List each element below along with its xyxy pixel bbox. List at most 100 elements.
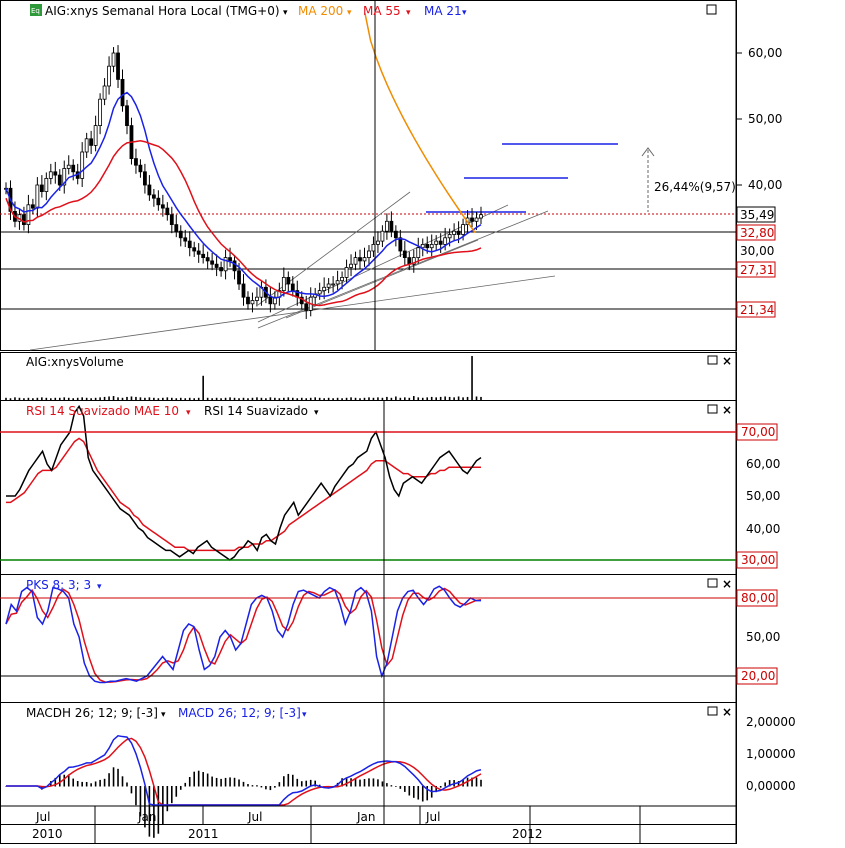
candle-body [434, 240, 439, 245]
candle-body [156, 197, 161, 206]
macdh-dropdown-icon[interactable]: ▾ [161, 710, 166, 720]
candle-body [22, 214, 26, 225]
price-tick: 50,00 [748, 112, 782, 126]
rsi-tick: 50,00 [746, 489, 780, 503]
macdh-bar [184, 782, 187, 787]
candle-body [66, 164, 71, 169]
candle-body [39, 184, 44, 192]
candle-body [89, 138, 94, 146]
volume-bar [45, 397, 48, 400]
pks-dropdown-icon[interactable]: ▾ [97, 582, 102, 592]
ma200-legend[interactable]: MA 200 [298, 4, 343, 18]
volume-bar [417, 397, 420, 400]
macdh-bar [108, 773, 110, 787]
candle-body [335, 280, 340, 285]
candle-body [53, 171, 58, 176]
maximize-icon[interactable] [707, 578, 718, 588]
rsi-avg-dropdown-icon[interactable]: ▾ [186, 408, 191, 418]
candle-body [147, 184, 152, 196]
candle-body [393, 230, 398, 239]
macdh-bar [404, 786, 406, 792]
volume-bar [23, 398, 25, 400]
volume-bar [291, 397, 294, 400]
candle-body [389, 220, 394, 232]
volume-bar [430, 396, 433, 400]
pks-title[interactable]: PKS 8; 3; 3 [26, 578, 91, 592]
chart-window: 26,44%(9,57) Jul Jan Jul Jan Jul 2010 20… [0, 0, 845, 844]
volume-bar [300, 397, 303, 400]
ma21-dropdown-icon[interactable]: ▾ [462, 8, 467, 18]
ma200-dropdown-icon[interactable]: ▾ [347, 8, 352, 18]
chart-header: Eq AIG:xnys Semanal Hora Local (TMG+0) ▾… [30, 4, 717, 18]
rsi-title-main[interactable]: RSI 14 Suavizado [204, 404, 308, 418]
macdh-bar [300, 781, 303, 787]
volume-bar [90, 398, 92, 400]
maximize-icon[interactable] [706, 4, 717, 15]
volume-bar [117, 397, 119, 400]
candle-body [420, 243, 425, 249]
ma55-legend[interactable]: MA 55 [363, 4, 401, 18]
ma21-legend[interactable]: MA 21 [424, 4, 462, 18]
rsi-title-avg[interactable]: RSI 14 Suavizado MAE 10 [26, 404, 179, 418]
candle-body [250, 300, 255, 305]
chart-title[interactable]: AIG:xnys Semanal Hora Local (TMG+0) [45, 4, 280, 18]
volume-bar [287, 397, 290, 400]
maximize-icon[interactable] [707, 355, 718, 365]
rsi-dropdown-icon[interactable]: ▾ [314, 408, 319, 418]
close-icon[interactable]: × [722, 577, 732, 591]
macdh-bar [112, 767, 115, 787]
volume-bar [85, 397, 88, 400]
close-icon[interactable]: × [722, 403, 732, 417]
month-label: Jan [356, 810, 376, 824]
close-icon[interactable]: × [722, 705, 732, 719]
candle-body [349, 263, 353, 268]
macdh-bar [211, 776, 213, 787]
volume-bar [103, 396, 106, 400]
candle-body [241, 283, 246, 298]
close-icon[interactable]: × [722, 354, 732, 368]
macdh-bar [381, 781, 384, 787]
volume-bar [184, 398, 187, 400]
volume-bar [350, 397, 352, 400]
volume-bar [121, 397, 124, 400]
ma55-dropdown-icon[interactable]: ▾ [406, 8, 411, 18]
candle-body [304, 303, 309, 311]
volume-title: AIG:xnysVolume [26, 355, 124, 369]
maximize-icon[interactable] [707, 706, 718, 716]
candle-body [398, 237, 403, 252]
macd-header: MACDH 26; 12; 9; [-3] ▾ MACD 26; 12; 9; … [26, 705, 732, 720]
candle-body [456, 230, 461, 235]
macdh-bar [305, 780, 308, 787]
pks-series [5, 585, 482, 684]
time-axis-labels: Jul Jan Jul Jan Jul 2010 2011 2012 [32, 810, 543, 841]
volume-bar [108, 396, 110, 400]
macdh-bar [251, 785, 254, 787]
title-dropdown-icon[interactable]: ▾ [283, 8, 288, 18]
volume-bar [341, 398, 343, 400]
rsi-tick: 60,00 [746, 457, 780, 471]
candle-body [425, 243, 430, 249]
volume-bar [296, 398, 299, 400]
volume-bar [265, 398, 267, 400]
macdh-bar [283, 776, 285, 787]
candle-body [331, 283, 336, 286]
maximize-icon[interactable] [707, 404, 718, 414]
price-tick: 60,00 [748, 46, 782, 60]
macdh-bar [72, 778, 75, 787]
macdh-title[interactable]: MACDH 26; 12; 9; [-3] [26, 706, 158, 720]
candle-body [286, 276, 291, 285]
candle-body [380, 230, 385, 242]
volume-bar [372, 397, 375, 400]
macd-title[interactable]: MACD 26; 12; 9; [-3] [178, 706, 301, 720]
volume-bar [238, 398, 240, 400]
volume-bar [363, 397, 366, 400]
volume-bar [399, 397, 402, 400]
candle-body [429, 243, 434, 249]
volume-bar [153, 397, 155, 400]
candle-body [358, 257, 362, 262]
macd-dropdown-icon[interactable]: ▾ [302, 710, 307, 720]
volume-bar [229, 397, 231, 400]
volume-bar [466, 396, 469, 400]
pks-badge: 80,00 [741, 591, 775, 605]
volume-bar [318, 397, 321, 400]
